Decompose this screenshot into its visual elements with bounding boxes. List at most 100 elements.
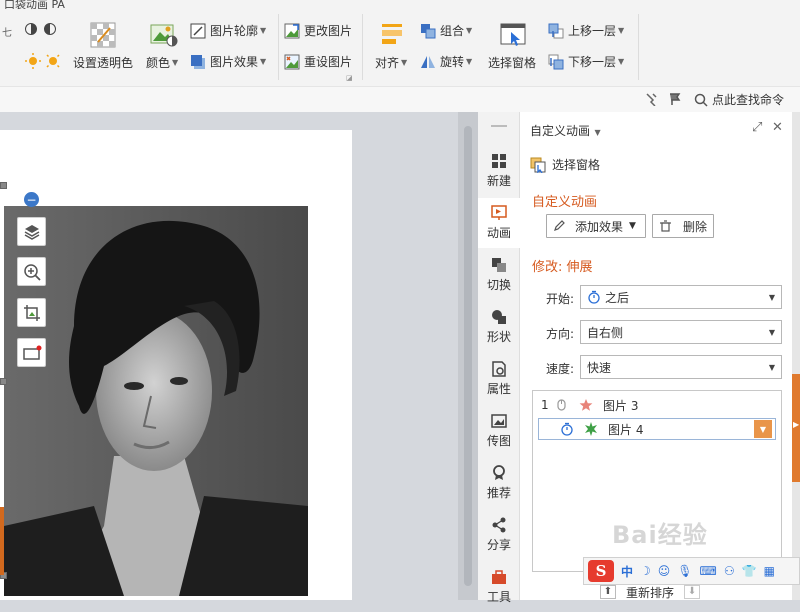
section-title-custom-animation: 自定义动画 — [532, 195, 598, 210]
pencil-icon — [554, 220, 565, 231]
align-icon[interactable] — [380, 22, 404, 46]
bring-forward-button[interactable]: 上移一层 ▼ — [548, 22, 624, 39]
reset-picture-icon — [284, 54, 300, 69]
list-item-selected[interactable]: 图片 4 ▼ — [538, 418, 776, 440]
start-select[interactable]: 之后 ▼ — [580, 285, 782, 309]
contrast-icons[interactable] — [24, 22, 58, 36]
brightness-up-icon — [25, 53, 41, 69]
pane-close-icon[interactable]: ✕ — [772, 120, 783, 135]
command-search[interactable]: 点此查找命令 — [694, 91, 784, 108]
slide-canvas[interactable] — [0, 130, 352, 600]
change-picture-button[interactable]: 更改图片 — [284, 22, 352, 39]
section-title-modify: 修改: 伸展 — [532, 260, 593, 275]
item-dropdown-button[interactable]: ▼ — [754, 420, 772, 438]
reorder-bar: ⬆ 重新排序 ⬇ — [600, 584, 720, 600]
send-backward-button[interactable]: 下移一层 ▼ — [548, 53, 624, 70]
move-down-icon[interactable]: ⬇ — [684, 585, 701, 599]
resize-handle[interactable] — [0, 182, 7, 189]
ribbon-status-row: 点此查找命令 — [0, 86, 800, 112]
pane-title-dropdown[interactable]: 自定义动画 ▼ — [530, 122, 601, 139]
ribbon-divider — [638, 14, 639, 80]
add-effect-button[interactable]: 添加效果 ▼ — [546, 214, 646, 238]
sogou-logo[interactable]: S — [588, 560, 614, 582]
ime-moon-icon[interactable]: ☽ — [640, 564, 651, 578]
collapse-toolbar-button[interactable]: − — [24, 192, 39, 207]
ime-shirt-icon[interactable]: 👕 — [742, 564, 757, 578]
chevron-down-icon: ▼ — [768, 363, 775, 372]
trash-icon — [660, 220, 671, 232]
reset-picture-button[interactable]: 重设图片 — [284, 53, 352, 70]
pane-expand-handle[interactable]: ▶ — [792, 374, 800, 482]
dialog-launcher-icon[interactable]: ◪ — [346, 74, 353, 82]
tab-animation[interactable]: 动画 — [478, 198, 520, 248]
selection-pane-link[interactable]: 选择窗格 — [530, 156, 600, 173]
group-button[interactable]: 组合 ▼ — [420, 22, 472, 39]
ribbon-tab-title[interactable]: 口袋动画 PA — [4, 0, 65, 12]
tab-upload-picture[interactable]: 传图 — [478, 406, 520, 456]
align-button[interactable]: 对齐 ▼ — [375, 54, 407, 71]
zoom-in-icon — [23, 263, 41, 281]
color-picture-icon[interactable] — [150, 22, 178, 48]
timer-icon — [561, 422, 573, 436]
upload-picture-icon — [491, 414, 507, 428]
picture-outline-icon — [190, 23, 206, 38]
layers-tool-button[interactable] — [17, 217, 46, 246]
picture-effects-icon — [191, 54, 205, 69]
move-up-icon[interactable]: ⬆ — [600, 585, 616, 599]
brightness-icons[interactable] — [24, 52, 62, 70]
recommend-icon — [493, 465, 505, 480]
picture-outline-button[interactable]: 图片轮廓 ▼ — [190, 22, 266, 39]
baidu-watermark: Bai经验 — [612, 521, 708, 549]
burst-star-icon — [585, 422, 597, 436]
send-backward-icon — [548, 54, 564, 69]
pane-scrollbar[interactable] — [792, 112, 800, 600]
ime-smile-icon[interactable]: ☺ — [658, 564, 671, 578]
ime-grid-icon[interactable]: ▦ — [764, 564, 775, 578]
color-button[interactable]: 颜色 ▼ — [146, 54, 178, 71]
change-picture-icon — [284, 23, 300, 38]
ime-keyboard-icon[interactable]: ⌨ — [700, 564, 717, 578]
direction-label: 方向: — [546, 327, 575, 341]
ime-language-toggle[interactable]: 中 — [621, 563, 633, 580]
scrollbar-thumb[interactable] — [464, 126, 472, 586]
set-transparent-button[interactable]: 设置透明色 — [73, 54, 133, 71]
ime-toolbar: S 中 ☽ ☺ 🎙 ⌨ ⚇ 👕 ▦ — [583, 557, 800, 585]
tabstrip-grip[interactable] — [478, 114, 520, 140]
speed-label: 速度: — [546, 362, 575, 376]
selection-pane-button[interactable]: 选择窗格 — [488, 54, 536, 71]
tab-share[interactable]: 分享 — [478, 510, 520, 560]
selection-pane-icon[interactable] — [500, 22, 526, 48]
tab-recommend[interactable]: 推荐 — [478, 458, 520, 508]
portrait-picture[interactable] — [4, 206, 308, 596]
tab-shape[interactable]: 形状 — [478, 302, 520, 352]
direction-select[interactable]: 自右侧 ▼ — [580, 320, 782, 344]
tab-properties[interactable]: 属性 — [478, 354, 520, 404]
pin-icon[interactable] — [644, 92, 658, 106]
slide-scrollbar[interactable] — [458, 112, 478, 600]
ribbon-divider — [278, 14, 279, 80]
tab-transition[interactable]: 切换 — [478, 250, 520, 300]
flag-icon[interactable] — [668, 92, 684, 106]
speed-select[interactable]: 快速 ▼ — [580, 355, 782, 379]
pane-undock-icon[interactable]: ⤢ — [752, 120, 762, 135]
tab-new[interactable]: 新建 — [478, 146, 520, 196]
ime-user-icon[interactable]: ⚇ — [724, 564, 735, 578]
ribbon-toolbar: 口袋动画 PA 七 设置透明色 颜色 ▼ 图片轮廓 ▼ 图片效果 ▼ 更改图片 重设图… — [0, 0, 800, 112]
crop-icon — [23, 304, 40, 321]
contrast-up-icon — [25, 23, 37, 35]
slide-editing-area[interactable]: − — [0, 112, 478, 600]
transparent-color-icon[interactable] — [90, 22, 116, 48]
ribbon-divider — [362, 14, 363, 80]
picture-effects-button[interactable]: 图片效果 ▼ — [190, 53, 266, 70]
resize-handle[interactable] — [0, 378, 7, 385]
picture-frame-tool-button[interactable] — [17, 338, 46, 367]
zoom-tool-button[interactable] — [17, 257, 46, 286]
left-edge-icon[interactable]: 七 — [2, 24, 12, 39]
list-item[interactable]: 1 图片 3 — [533, 394, 781, 416]
rotate-button[interactable]: 旋转 ▼ — [420, 53, 472, 70]
tab-tools[interactable]: 工具 — [478, 562, 520, 612]
delete-button[interactable]: 删除 — [652, 214, 714, 238]
mouse-click-icon — [557, 399, 566, 411]
crop-tool-button[interactable] — [17, 298, 46, 327]
ime-mic-icon[interactable]: 🎙 — [677, 564, 692, 578]
